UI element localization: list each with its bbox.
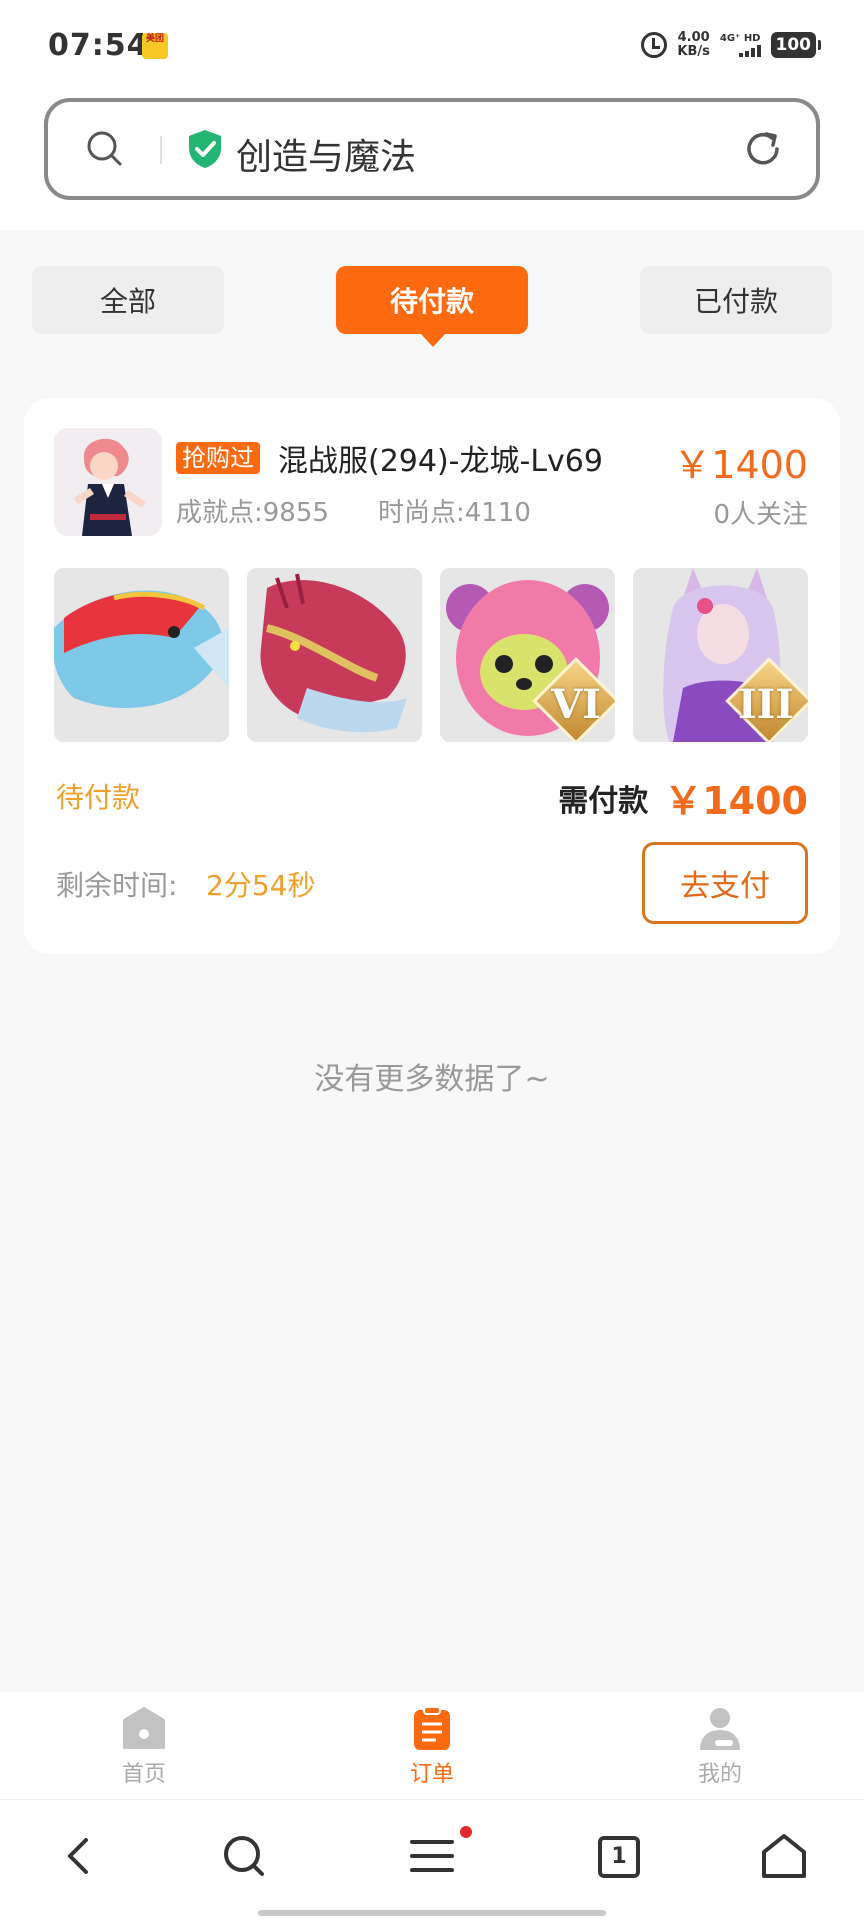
pink-bear-pet-thumbnail[interactable]: VI — [440, 568, 615, 742]
amount-due-value: ￥1400 — [664, 779, 808, 823]
network-speed: 4.00 KB/s — [677, 31, 709, 59]
search-header: 创造与魔法 — [0, 92, 864, 230]
nav-home[interactable]: 首页 — [84, 1706, 204, 1788]
achievement-points: 成就点:9855 — [176, 498, 329, 528]
amount-due-label: 需付款 — [558, 783, 649, 819]
network-speed-value: 4.00 — [677, 30, 710, 45]
order-status: 待付款 — [56, 781, 141, 814]
order-list-icon — [414, 1706, 450, 1750]
signal-icon: 4G⁺ HD — [720, 33, 761, 57]
tab-all[interactable]: 全部 — [32, 266, 224, 334]
network-type: 4G⁺ HD — [719, 33, 761, 44]
signal-bars — [738, 45, 761, 57]
network-speed-unit: KB/s — [677, 44, 710, 59]
follower-count: 0人关注 — [713, 500, 808, 530]
fashion-points: 时尚点:4110 — [378, 498, 531, 528]
search-icon[interactable] — [86, 130, 122, 166]
item-thumbnails: VI III — [54, 568, 808, 742]
character-avatar — [54, 428, 162, 536]
home-icon[interactable] — [758, 1830, 810, 1882]
remaining-time-value: 2分54秒 — [206, 869, 316, 902]
menu-icon[interactable] — [406, 1830, 458, 1882]
home-indicator[interactable] — [258, 1910, 606, 1916]
status-bar: 07:54 美团 4.00 KB/s 4G⁺ HD 100 — [0, 0, 864, 92]
nav-orders[interactable]: 订单 — [372, 1706, 492, 1788]
search-divider — [160, 136, 162, 164]
tab-pending-payment[interactable]: 待付款 — [336, 266, 528, 347]
flash-sale-tag: 抢购过 — [176, 442, 260, 474]
no-more-data-text: 没有更多数据了~ — [314, 1062, 550, 1097]
fox-girl-fashion-thumbnail[interactable]: III — [633, 568, 808, 742]
tab-paid[interactable]: 已付款 — [640, 266, 832, 334]
alarm-icon — [641, 32, 668, 58]
fish-mount-thumbnail[interactable] — [54, 568, 229, 742]
shield-check-icon — [189, 130, 221, 168]
order-price: ￥1400 — [673, 443, 808, 487]
nav-mine[interactable]: 我的 — [660, 1706, 780, 1788]
search-query[interactable]: 创造与魔法 — [236, 128, 416, 180]
user-icon — [700, 1708, 740, 1750]
rank-badge-text: VI — [551, 681, 601, 728]
nav-mine-label: 我的 — [697, 1762, 742, 1787]
search-bar[interactable]: 创造与魔法 — [44, 98, 820, 200]
browser-toolbar: 1 — [0, 1800, 864, 1920]
back-icon[interactable] — [54, 1830, 106, 1882]
clock: 07:54 — [48, 28, 149, 63]
battery-icon: 100 — [770, 32, 821, 58]
nav-orders-label: 订单 — [409, 1762, 454, 1787]
refresh-icon[interactable] — [742, 128, 784, 170]
dragon-mount-thumbnail[interactable] — [247, 568, 422, 742]
search-icon[interactable] — [218, 1830, 270, 1882]
order-card[interactable]: 抢购过 混战服(294)-龙城-Lv69 ￥1400 成就点:9855 时尚点:… — [24, 398, 840, 954]
bottom-nav: 首页 订单 我的 — [0, 1692, 864, 1800]
amount-due: 需付款 ￥1400 — [558, 770, 808, 825]
order-title[interactable]: 混战服(294)-龙城-Lv69 — [278, 436, 603, 480]
remaining-time-label: 剩余时间: — [56, 869, 178, 902]
meituan-app-icon: 美团 — [142, 33, 168, 59]
nav-home-label: 首页 — [121, 1762, 166, 1787]
tabs-count-icon[interactable]: 1 — [598, 1836, 640, 1878]
status-icons: 4.00 KB/s 4G⁺ HD 100 — [641, 28, 821, 62]
pay-button[interactable]: 去支付 — [642, 842, 808, 924]
rank-badge-text: III — [737, 681, 794, 728]
home-icon — [123, 1707, 165, 1749]
notification-dot — [460, 1826, 472, 1838]
